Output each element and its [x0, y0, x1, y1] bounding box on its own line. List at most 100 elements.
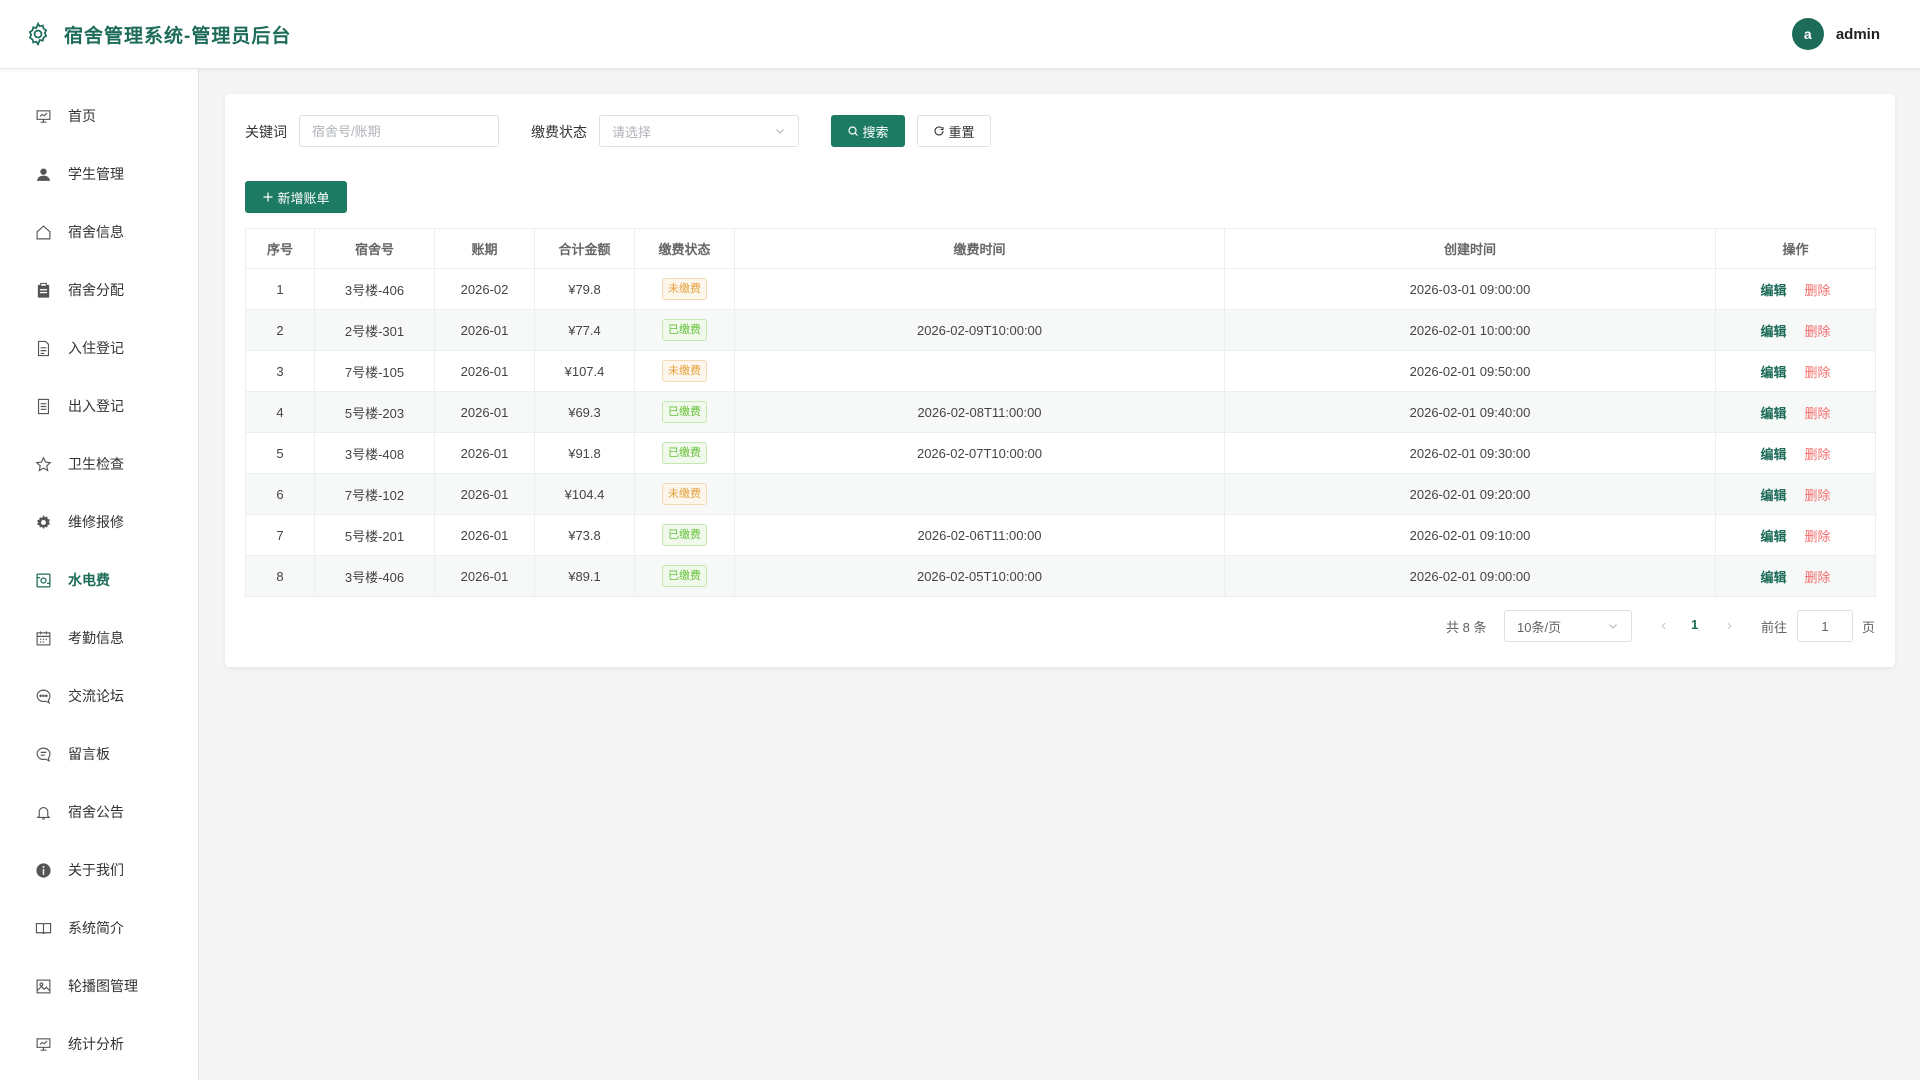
- sidebar: 首页 学生管理 宿舍信息 宿舍分配 入住登记 出入登记 卫生检查 维修报修 水电…: [0, 69, 199, 1080]
- search-button[interactable]: 搜索: [831, 115, 905, 147]
- cell-room: 3号楼-406: [314, 555, 435, 597]
- edit-link[interactable]: 编辑: [1760, 365, 1786, 380]
- add-bill-button[interactable]: 新增账单: [245, 181, 347, 213]
- sidebar-item-about[interactable]: 关于我们: [0, 841, 199, 899]
- cell-created: 2026-02-01 09:50:00: [1224, 350, 1716, 392]
- edit-link[interactable]: 编辑: [1760, 406, 1786, 421]
- delete-link[interactable]: 删除: [1805, 324, 1831, 339]
- sidebar-item-hygiene[interactable]: 卫生检查: [0, 435, 199, 493]
- next-page-icon[interactable]: [1722, 619, 1736, 633]
- sidebar-item-label: 宿舍信息: [68, 224, 124, 240]
- cell-period: 2026-02: [434, 268, 535, 310]
- cell-actions: 编辑 删除: [1715, 391, 1876, 433]
- chevron-down-icon: [774, 125, 786, 140]
- home-icon: [34, 223, 52, 241]
- username[interactable]: admin: [1836, 26, 1880, 43]
- sidebar-item-dorm-assign[interactable]: 宿舍分配: [0, 261, 199, 319]
- app-title: 宿舍管理系统-管理员后台: [64, 25, 292, 47]
- column-header: 账期: [434, 228, 535, 269]
- cell-room: 5号楼-201: [314, 514, 435, 556]
- keyword-input[interactable]: [299, 115, 499, 147]
- edit-link[interactable]: 编辑: [1760, 570, 1786, 585]
- sidebar-item-announcements[interactable]: 宿舍公告: [0, 783, 199, 841]
- sidebar-item-statistics[interactable]: 统计分析: [0, 1015, 199, 1073]
- column-header: 宿舍号: [314, 228, 435, 269]
- add-bill-button-label: 新增账单: [277, 190, 330, 206]
- edit-link[interactable]: 编辑: [1760, 488, 1786, 503]
- sidebar-item-label: 水电费: [68, 572, 110, 588]
- sidebar-item-message-board[interactable]: 留言板: [0, 725, 199, 783]
- delete-link[interactable]: 删除: [1805, 529, 1831, 544]
- page-suffix: 页: [1862, 620, 1876, 635]
- cell-amount: ¥89.1: [534, 555, 635, 597]
- sidebar-item-access-log[interactable]: 出入登记: [0, 377, 199, 435]
- sidebar-item-label: 留言板: [68, 746, 110, 762]
- cell-actions: 编辑 删除: [1715, 473, 1876, 515]
- star-icon: [34, 455, 52, 473]
- cell-no: 5: [245, 432, 315, 474]
- edit-link[interactable]: 编辑: [1760, 324, 1786, 339]
- table-row: 7 5号楼-201 2026-01 ¥73.8 已缴费 2026-02-06T11:00:…: [245, 514, 1876, 556]
- edit-link[interactable]: 编辑: [1760, 447, 1786, 462]
- sidebar-item-label: 宿舍公告: [68, 804, 124, 820]
- status-badge: 已缴费: [662, 401, 707, 423]
- prev-page-icon[interactable]: [1657, 619, 1671, 633]
- cell-no: 4: [245, 391, 315, 433]
- brand: 宿舍管理系统-管理员后台: [25, 21, 291, 48]
- status-badge: 已缴费: [662, 319, 707, 341]
- document-icon: [34, 339, 52, 357]
- cell-pay-time: [734, 268, 1225, 310]
- cell-status: 已缴费: [634, 309, 735, 351]
- sidebar-item-utilities[interactable]: 水电费: [0, 551, 199, 609]
- table-row: 3 7号楼-105 2026-01 ¥107.4 未缴费 2026-02-01 09:50…: [245, 350, 1876, 392]
- reset-button[interactable]: 重置: [917, 115, 991, 147]
- status-badge: 已缴费: [662, 442, 707, 464]
- edit-link[interactable]: 编辑: [1760, 529, 1786, 544]
- sidebar-item-label: 维修报修: [68, 514, 124, 530]
- cell-actions: 编辑 删除: [1715, 514, 1876, 556]
- sidebar-item-label: 关于我们: [68, 862, 124, 878]
- delete-link[interactable]: 删除: [1805, 488, 1831, 503]
- cell-no: 2: [245, 309, 315, 351]
- main-card: 关键词 缴费状态 请选择 搜索 重置 新增账单 序号: [225, 94, 1895, 667]
- avatar[interactable]: a: [1791, 18, 1824, 50]
- sidebar-item-dorm-info[interactable]: 宿舍信息: [0, 203, 199, 261]
- table-row: 8 3号楼-406 2026-01 ¥89.1 已缴费 2026-02-05T10:00:…: [245, 555, 1876, 597]
- sidebar-item-repair[interactable]: 维修报修: [0, 493, 199, 551]
- edit-link[interactable]: 编辑: [1760, 283, 1786, 298]
- delete-link[interactable]: 删除: [1805, 365, 1831, 380]
- sidebar-item-attendance[interactable]: 考勤信息: [0, 609, 199, 667]
- cell-status: 未缴费: [634, 473, 735, 515]
- chevron-down-icon: [1607, 620, 1619, 635]
- page-size-select[interactable]: 10条/页: [1504, 610, 1632, 642]
- clipboard-icon: [34, 281, 52, 299]
- cell-created: 2026-02-01 09:40:00: [1224, 391, 1716, 433]
- status-badge: 已缴费: [662, 524, 707, 546]
- delete-link[interactable]: 删除: [1805, 283, 1831, 298]
- cell-created: 2026-02-01 09:20:00: [1224, 473, 1716, 515]
- calendar-icon: [34, 629, 52, 647]
- chat-lines-icon: [34, 745, 52, 763]
- sidebar-item-home[interactable]: 首页: [0, 87, 199, 145]
- delete-link[interactable]: 删除: [1805, 447, 1831, 462]
- cell-room: 7号楼-105: [314, 350, 435, 392]
- goto-page-input[interactable]: [1797, 610, 1853, 642]
- sidebar-item-carousel[interactable]: 轮播图管理: [0, 957, 199, 1015]
- sidebar-item-checkin[interactable]: 入住登记: [0, 319, 199, 377]
- sidebar-item-forum[interactable]: 交流论坛: [0, 667, 199, 725]
- page-number-current[interactable]: 1: [1691, 617, 1698, 632]
- cell-period: 2026-01: [434, 309, 535, 351]
- gear-icon: [34, 513, 52, 531]
- delete-link[interactable]: 删除: [1805, 570, 1831, 585]
- cell-amount: ¥91.8: [534, 432, 635, 474]
- sidebar-item-label: 统计分析: [68, 1036, 124, 1052]
- status-select[interactable]: 请选择: [599, 115, 799, 147]
- delete-link[interactable]: 删除: [1805, 406, 1831, 421]
- sidebar-item-intro[interactable]: 系统简介: [0, 899, 199, 957]
- table-row: 5 3号楼-408 2026-01 ¥91.8 已缴费 2026-02-07T10:00:…: [245, 432, 1876, 474]
- status-badge: 已缴费: [662, 565, 707, 587]
- page-size-value: 10条/页: [1517, 619, 1562, 635]
- sidebar-item-students[interactable]: 学生管理: [0, 145, 199, 203]
- cell-actions: 编辑 删除: [1715, 350, 1876, 392]
- user-menu[interactable]: a admin: [1791, 18, 1880, 50]
